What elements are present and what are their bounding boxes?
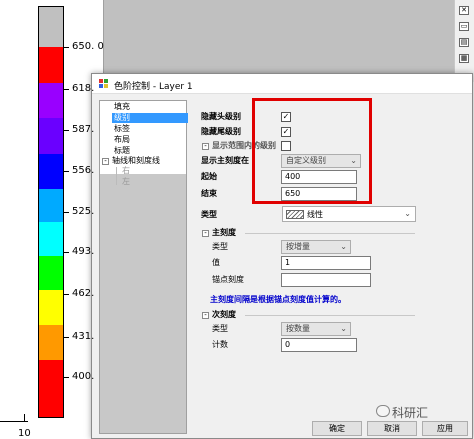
color-scale-tick-label: 493. [72,246,95,257]
toolbar-icon[interactable]: ▭ [459,22,469,31]
tree-item-labels[interactable]: 标签 [114,124,130,134]
major-type-dropdown[interactable]: 按增量 ⌄ [281,240,351,254]
tree-connector [116,167,117,185]
chevron-down-icon: ⌄ [340,324,347,333]
color-scale-tick [63,89,69,90]
tree-item-layout[interactable]: 布局 [114,135,130,145]
color-scale-tick-label: 618. [72,83,95,94]
hide-first-level-label: 隐藏头级别 [201,112,241,121]
linear-scale-icon [286,210,304,219]
minor-count-input[interactable]: 0 [281,338,357,352]
tree-item-fill[interactable]: 填充 [114,102,130,112]
cancel-button[interactable]: 取消 [367,421,417,436]
color-scale-tick-label: 400. [72,371,95,382]
from-label: 起始 [201,172,217,181]
color-scale-tick-label: 525. [72,206,95,217]
expand-icon[interactable]: - [202,143,209,150]
chevron-down-icon: ⌄ [340,242,347,251]
major-ticks-note: 主刻度间隔是根据锚点刻度值计算的。 [210,295,346,304]
color-scale-segment [39,47,63,83]
tree-item-levels[interactable]: 级别 [112,113,188,123]
color-scale-bar [38,6,64,418]
collapse-minor-ticks-icon[interactable]: - [202,312,209,319]
color-scale-tick-label: 462. [72,288,95,299]
app-icon [99,79,109,89]
color-scale-segment [39,83,63,118]
color-scale-tick-label: 431. [72,331,95,342]
toolbar-icon[interactable]: ▤ [459,38,469,47]
color-scale-segment [39,256,63,290]
show-major-at-label: 显示主刻度在 [201,156,249,165]
apply-button[interactable]: 应用 [422,421,468,436]
group-divider [245,315,415,316]
major-type-label: 类型 [212,242,228,251]
tree-item-left[interactable]: 左 [122,177,130,187]
tree-item-right[interactable]: 右 [122,166,130,176]
chevron-down-icon: ⌄ [404,209,411,218]
group-divider [245,233,415,234]
highlight-rectangle [252,98,372,204]
dialog-title: 色阶控制 - Layer 1 [114,82,193,92]
color-scale-segment [39,118,63,154]
background-graph-window [103,0,454,76]
scale-type-dropdown[interactable]: 线性 ⌄ [282,206,416,222]
watermark: 科研汇 [392,406,429,420]
color-scale-tick [63,377,69,378]
tree-item-axes-ticks[interactable]: 轴线和刻度线 [112,156,160,166]
color-scale-segment [39,222,63,256]
color-scale-segment [39,290,63,325]
major-value-label: 值 [212,258,220,267]
color-scale-tick [63,130,69,131]
collapse-major-ticks-icon[interactable]: - [202,230,209,237]
minor-ticks-header: 次刻度 [212,310,236,319]
color-scale-segment [39,189,63,222]
minor-type-dropdown[interactable]: 按数量 ⌄ [281,322,351,336]
color-scale-tick-label: 556. [72,165,95,176]
to-label: 结束 [201,189,217,198]
tree-expander-icon[interactable]: - [102,158,109,165]
color-scale-segment [39,360,63,382]
color-scale-tick-label: 650. 0 [72,41,104,52]
major-value-input[interactable]: 1 [281,256,371,270]
color-scale-tick [63,47,69,48]
color-scale-segment [39,382,63,417]
minor-count-label: 计数 [212,340,228,349]
hide-last-level-label: 隐藏尾级别 [201,127,241,136]
color-scale-segment [39,154,63,189]
axis-tick-label: 10 [18,428,31,439]
anchor-tick-input[interactable] [281,273,371,287]
color-scale-segment [39,7,63,47]
type-label: 类型 [201,210,217,219]
minor-type-label: 类型 [212,324,228,333]
axis-tick [24,414,25,422]
color-scale-tick-label: 587. [72,124,95,135]
major-ticks-header: 主刻度 [212,228,236,237]
color-scale-tick [63,337,69,338]
anchor-tick-label: 锚点刻度 [212,275,244,284]
ok-button[interactable]: 确定 [312,421,362,436]
toolbar-icon[interactable]: ✕ [459,6,469,15]
color-scale-tick [63,252,69,253]
wechat-logo-icon [376,405,390,417]
settings-tree-empty-area [99,174,187,434]
color-scale-tick [63,212,69,213]
toolbar-icon[interactable]: ▦ [459,54,469,63]
tree-item-title[interactable]: 标题 [114,146,130,156]
dialog-titlebar[interactable]: 色阶控制 - Layer 1 [92,74,472,94]
color-scale-tick [63,294,69,295]
color-scale-segment [39,325,63,360]
color-scale-tick [63,171,69,172]
